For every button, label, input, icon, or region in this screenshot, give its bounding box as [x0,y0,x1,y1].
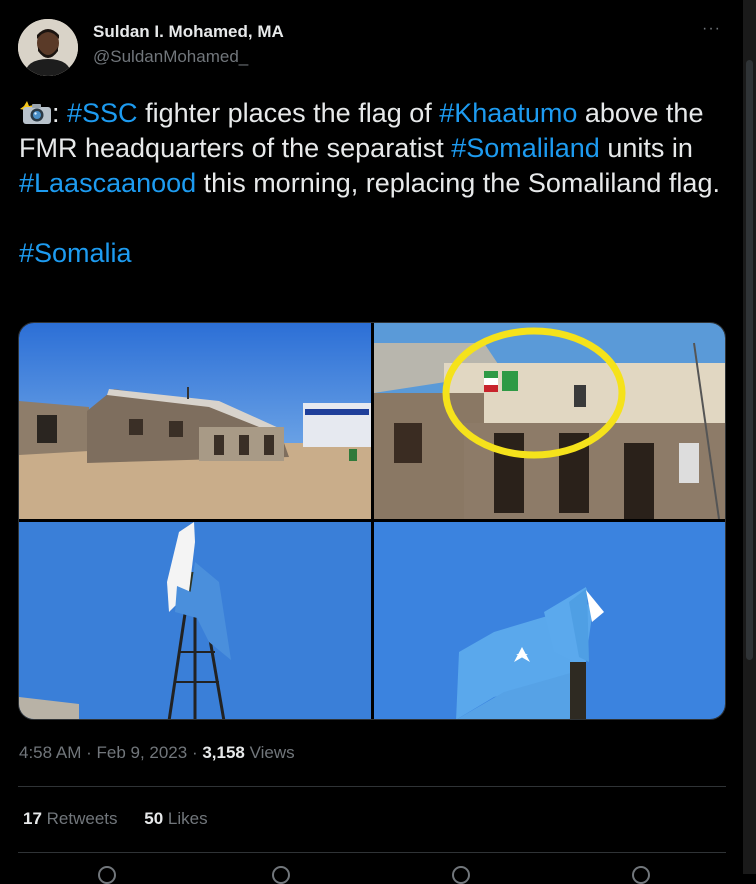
tweet-text: : #SSC fighter places the flag of #Khaat… [19,96,734,271]
author-name[interactable]: Suldan I. Mohamed, MA [93,22,284,42]
scrollbar-thumb[interactable] [746,60,753,660]
camera-flash-icon [20,101,51,124]
text-fragment: units in [599,133,693,163]
photo-building-desert [19,323,371,519]
hashtag-khaatumo[interactable]: #Khaatumo [439,98,577,128]
tweet[interactable]: Suldan I. Mohamed, MA @SuldanMohamed_ ··… [0,0,743,884]
hashtag-somaliland[interactable]: #Somaliland [451,133,600,163]
hashtag-laascaanood[interactable]: #Laascaanood [19,168,196,198]
hashtag-ssc[interactable]: #SSC [67,98,138,128]
action-bar [0,866,743,884]
retweet-icon[interactable] [272,866,290,884]
tweet-date[interactable]: Feb 9, 2023 [96,743,187,762]
more-options-icon[interactable]: ··· [702,20,721,38]
likes-label: Likes [163,809,208,828]
divider [18,786,726,787]
share-icon[interactable] [632,866,650,884]
avatar-photo [18,19,78,76]
meta-separator: · [81,743,97,762]
likes-stat[interactable]: 50 Likes [144,809,207,829]
text-fragment: this morning, replacing the Somaliland f… [196,168,720,198]
author-handle[interactable]: @SuldanMohamed_ [93,47,248,67]
photo-flag-waving [374,522,725,719]
divider [18,852,726,853]
photo-building-flag-highlight [374,323,725,519]
like-icon[interactable] [452,866,470,884]
tweet-meta: 4:58 AM · Feb 9, 2023 · 3,158 Views [19,743,295,763]
meta-separator: · [187,743,203,762]
tweet-time[interactable]: 4:58 AM [19,743,81,762]
photo-1[interactable] [19,323,371,519]
text-fragment: fighter places the flag of [137,98,440,128]
photo-2[interactable] [374,323,725,519]
media-grid [18,322,726,720]
photo-flag-on-tower [19,522,371,719]
retweets-count: 17 [23,809,42,828]
views-count: 3,158 [202,743,245,762]
engagement-stats: 17 Retweets 50 Likes [23,809,230,829]
likes-count: 50 [144,809,164,828]
views-label: Views [244,743,295,762]
avatar[interactable] [18,19,78,76]
photo-4[interactable] [374,522,725,719]
text-fragment: : [52,98,68,128]
photo-3[interactable] [19,522,371,719]
reply-icon[interactable] [98,866,116,884]
scrollbar[interactable] [743,0,756,874]
hashtag-somalia[interactable]: #Somalia [19,238,132,268]
retweets-label: Retweets [41,809,118,828]
retweets-stat[interactable]: 17 Retweets [23,809,118,829]
